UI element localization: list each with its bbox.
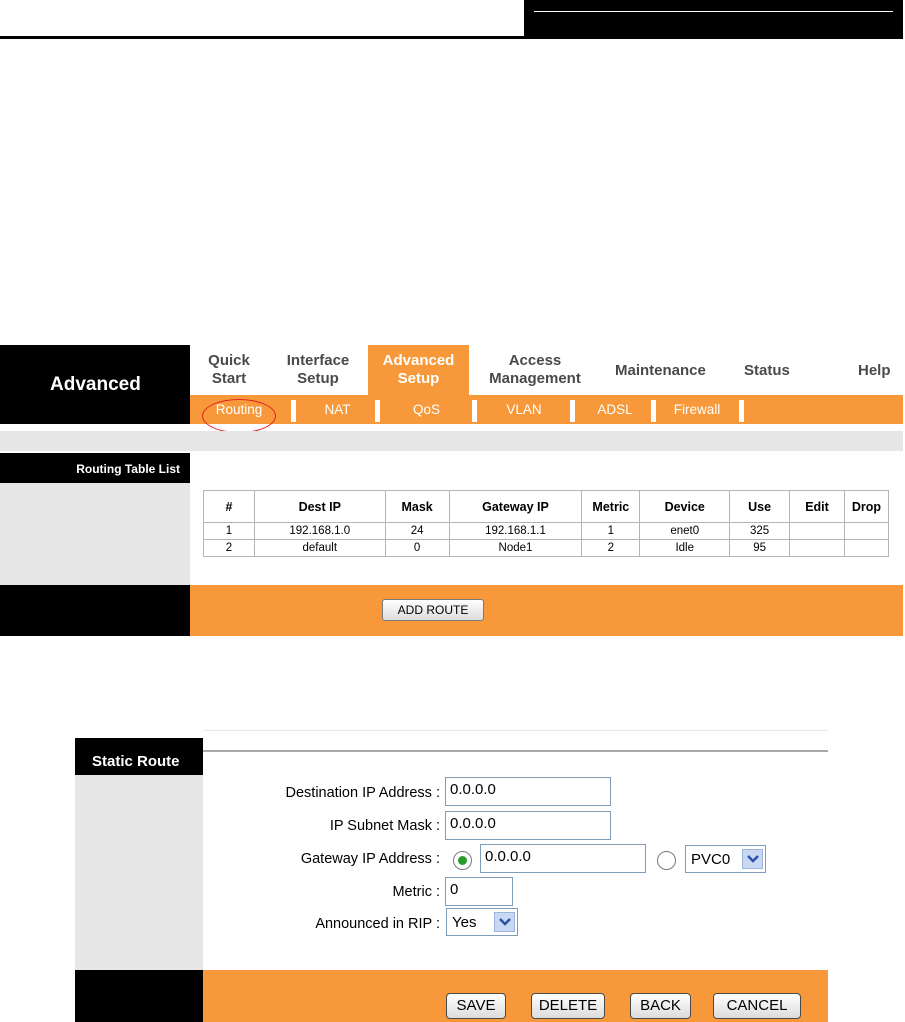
table-cell: 192.168.1.0	[253, 522, 386, 540]
table-cell: default	[253, 539, 386, 557]
rip-label: Announced in RIP :	[315, 916, 440, 932]
gray-band	[0, 431, 903, 451]
col-header: Dest IP	[253, 490, 386, 523]
table-cell-edit[interactable]	[789, 539, 845, 557]
header-box-line	[534, 11, 893, 12]
table-cell: 1	[581, 522, 641, 540]
table-cell: enet0	[639, 522, 731, 540]
static-route-action-left	[75, 970, 203, 1022]
main-nav: Quick Start Interface Setup Advanced Set…	[190, 345, 903, 395]
subnav-adsl[interactable]: ADSL	[575, 395, 655, 424]
col-header: Use	[729, 490, 791, 523]
dest-ip-label: Destination IP Address :	[285, 785, 441, 801]
brand-box: Advanced	[0, 345, 190, 424]
static-route-action-bar: SAVE DELETE BACK CANCEL	[203, 970, 828, 1022]
static-route-rule	[203, 750, 828, 752]
header-box	[524, 0, 903, 39]
nav-advanced-setup-line2: Setup	[397, 370, 440, 387]
routing-table: # Dest IP Mask Gateway IP Metric Device …	[203, 490, 890, 557]
col-header: Drop	[843, 490, 890, 523]
back-button[interactable]: BACK	[630, 993, 691, 1019]
table-row: 1 192.168.1.0 24 192.168.1.1 1 enet0 325	[203, 522, 890, 540]
dest-ip-input[interactable]: 0.0.0.0	[445, 777, 611, 806]
col-header: Device	[639, 490, 731, 523]
pvc-select[interactable]: PVC0	[685, 845, 766, 873]
nav-advanced-setup-line1: Advanced	[382, 352, 455, 369]
action-bar: ADD ROUTE	[190, 585, 903, 636]
static-route-top-line	[203, 730, 828, 731]
col-header: #	[203, 490, 255, 523]
subnav-nat[interactable]: NAT	[296, 395, 379, 424]
table-cell-drop[interactable]	[843, 522, 890, 540]
subnav-vlan[interactable]: VLAN	[477, 395, 571, 424]
table-cell-drop[interactable]	[843, 539, 890, 557]
subnav-qos[interactable]: QoS	[380, 395, 473, 424]
nav-access-management-line1: Access	[508, 352, 562, 369]
gateway-ip-label: Gateway IP Address :	[300, 851, 440, 867]
rip-select-value: Yes	[452, 914, 477, 931]
gateway-pvc-radio[interactable]	[657, 851, 676, 870]
col-header: Metric	[581, 490, 641, 523]
col-header: Edit	[789, 490, 845, 523]
gateway-ip-input[interactable]: 0.0.0.0	[480, 844, 646, 873]
chevron-down-icon	[742, 849, 763, 869]
cancel-button[interactable]: CANCEL	[713, 993, 801, 1019]
table-cell: 24	[384, 522, 450, 540]
gateway-ip-radio[interactable]	[453, 851, 472, 870]
static-route-left-gray	[75, 775, 203, 970]
nav-interface-setup[interactable]: Interface Setup	[278, 352, 358, 388]
table-header-row: # Dest IP Mask Gateway IP Metric Device …	[203, 490, 890, 523]
table-cell: 0	[384, 539, 450, 557]
table-cell: Idle	[639, 539, 731, 557]
sub-nav: Routing NAT QoS VLAN ADSL Firewall	[190, 395, 903, 424]
section-label: Routing Table List	[76, 462, 180, 476]
nav-quick-start[interactable]: Quick Start	[203, 352, 255, 388]
static-route-title-box: Static Route	[75, 738, 203, 775]
nav-help[interactable]: Help	[858, 362, 891, 380]
nav-advanced-setup[interactable]: Advanced Setup	[368, 345, 469, 395]
subnav-firewall[interactable]: Firewall	[656, 395, 738, 424]
nav-status[interactable]: Status	[744, 362, 790, 380]
metric-input[interactable]: 0	[445, 877, 513, 906]
action-left-block	[0, 585, 190, 636]
table-cell: 1	[203, 522, 255, 540]
nav-quick-start-line2: Start	[211, 370, 247, 387]
nav-quick-start-line1: Quick	[208, 352, 250, 369]
col-header: Gateway IP	[448, 490, 583, 523]
nav-interface-setup-line2: Setup	[297, 370, 339, 387]
table-cell: 325	[729, 522, 791, 540]
delete-button[interactable]: DELETE	[531, 993, 605, 1019]
left-gray-column	[0, 483, 190, 585]
router-panel: Advanced Quick Start Interface Setup Adv…	[0, 345, 903, 636]
table-cell: 95	[729, 539, 791, 557]
col-header: Mask	[384, 490, 450, 523]
nav-access-management[interactable]: Access Management	[482, 352, 588, 388]
table-cell: Node1	[448, 539, 583, 557]
static-route-title: Static Route	[92, 753, 180, 770]
pvc-select-value: PVC0	[691, 851, 731, 868]
section-label-box: Routing Table List	[0, 453, 190, 483]
add-route-button[interactable]: ADD ROUTE	[382, 599, 484, 621]
rip-select[interactable]: Yes	[446, 908, 518, 936]
save-button[interactable]: SAVE	[446, 993, 506, 1019]
metric-label: Metric :	[392, 884, 440, 900]
nav-interface-setup-line1: Interface	[286, 352, 350, 369]
subnet-mask-label: IP Subnet Mask :	[329, 818, 440, 834]
nav-access-management-line2: Management	[489, 370, 581, 387]
table-cell-edit[interactable]	[789, 522, 845, 540]
table-row: 2 default 0 Node1 2 Idle 95	[203, 539, 890, 557]
table-cell: 192.168.1.1	[448, 522, 583, 540]
chevron-down-icon	[494, 912, 515, 932]
table-cell: 2	[581, 539, 641, 557]
table-cell: 2	[203, 539, 255, 557]
subnet-mask-input[interactable]: 0.0.0.0	[445, 811, 611, 840]
routing-highlight-area	[190, 395, 290, 435]
brand-title: Advanced	[50, 374, 141, 395]
routing-highlight-circle	[202, 399, 276, 433]
static-route-panel: Static Route Destination IP Address : 0.…	[75, 730, 828, 1022]
subnav-separator	[739, 400, 744, 422]
routing-table-wrap: # Dest IP Mask Gateway IP Metric Device …	[203, 490, 890, 557]
nav-maintenance[interactable]: Maintenance	[615, 362, 706, 380]
